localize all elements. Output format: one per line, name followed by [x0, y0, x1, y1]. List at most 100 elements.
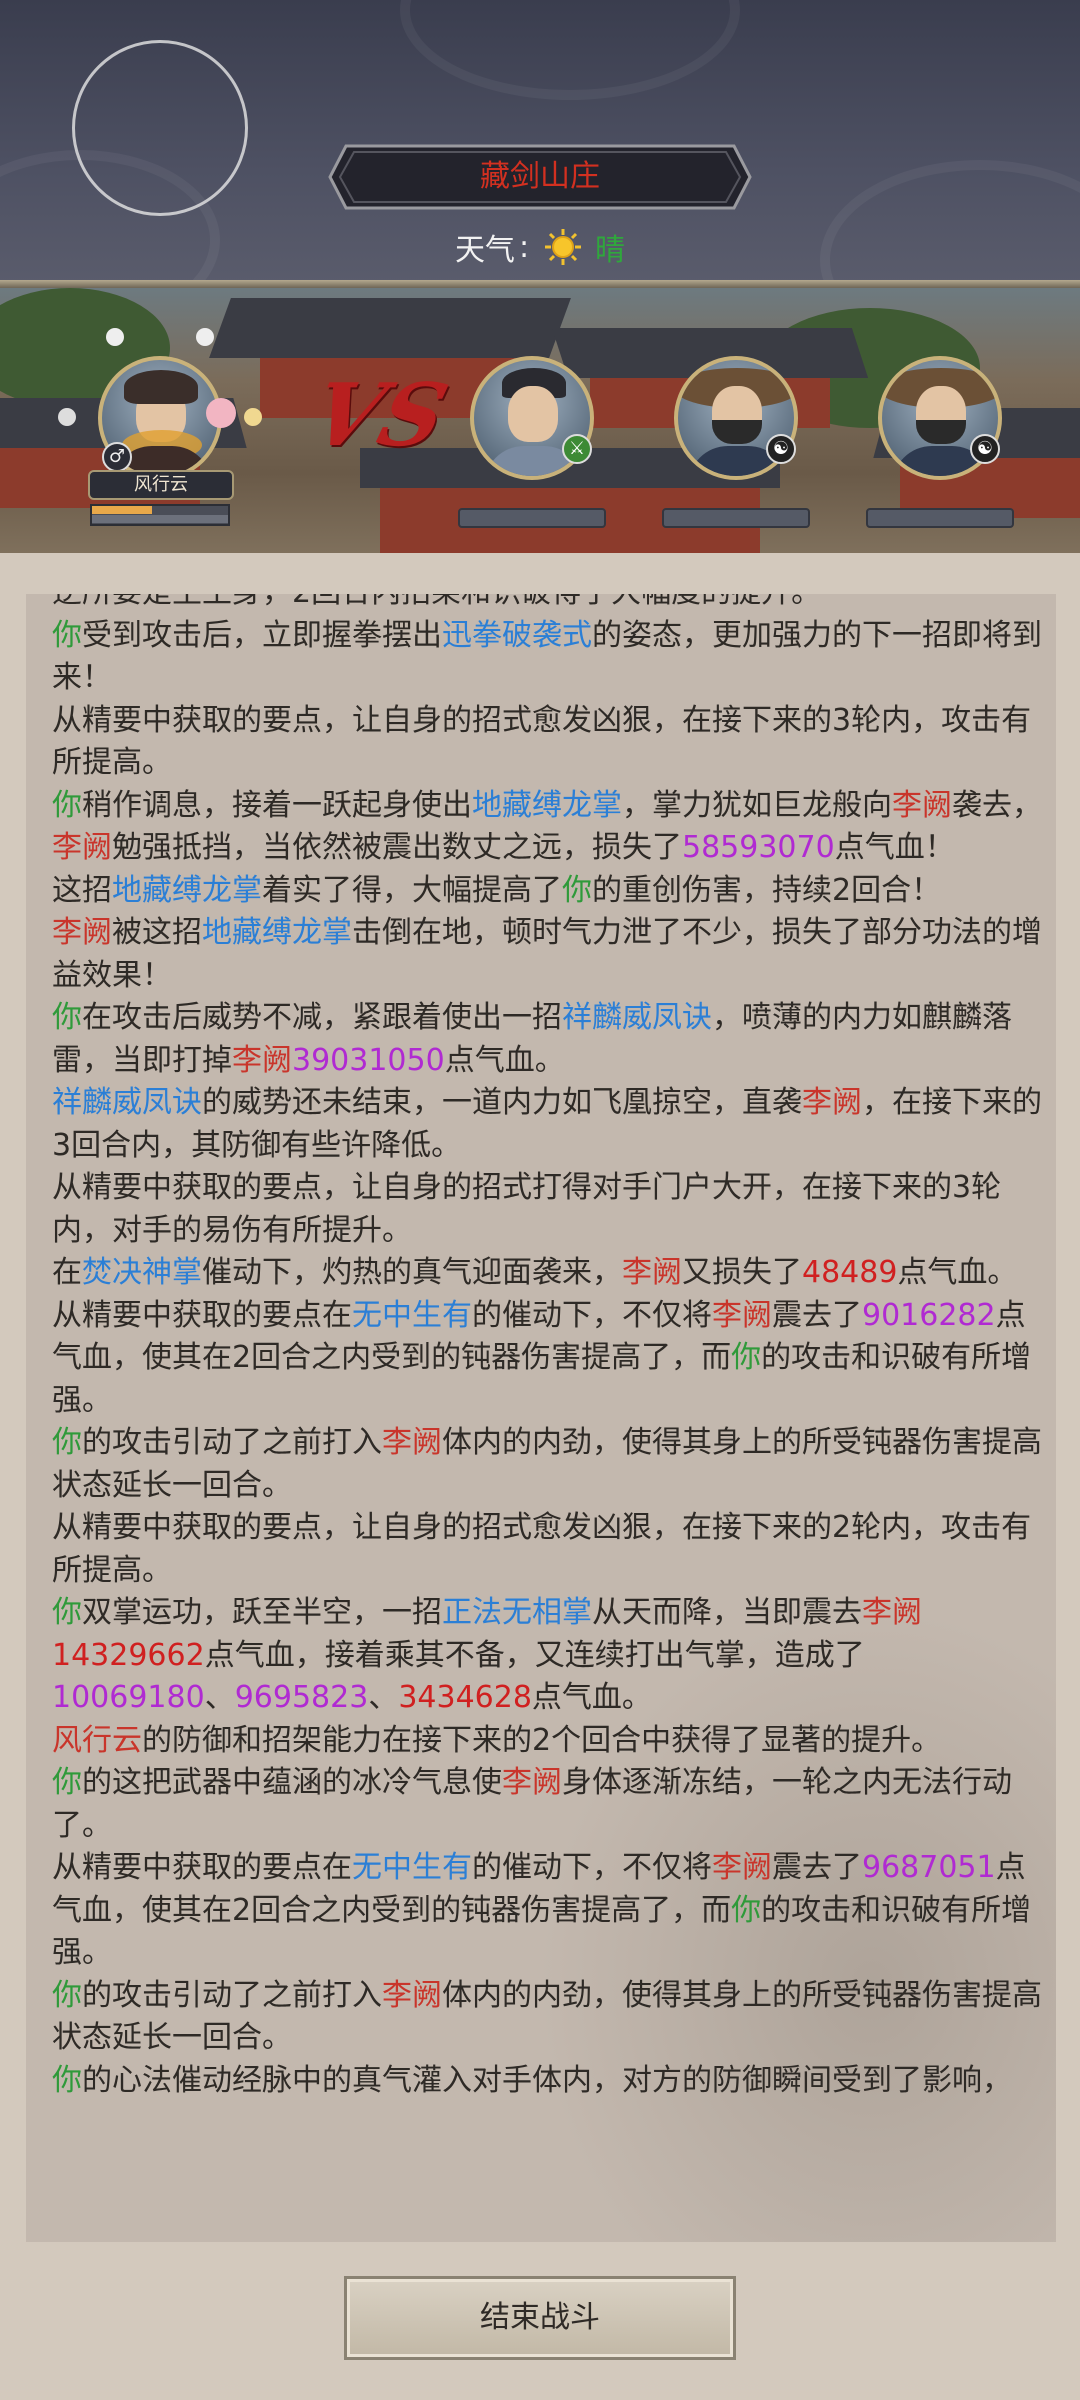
log-highlight: 李阙: [52, 915, 112, 950]
log-text: 稍作调息，接着一跃起身使出: [82, 787, 472, 823]
portrait-mask: [916, 420, 966, 444]
log-entry: 你的心法催动经脉中的真气灌入对手体内，对方的防御瞬间受到了影响，: [52, 2060, 1042, 2103]
log-entry: 你的攻击引动了之前打入李阙体内的内劲，使得其身上的所受钝器伤害提高状态延长一回合…: [52, 1422, 1042, 1507]
log-highlight: 李阙: [712, 1297, 772, 1333]
log-entry: 你双掌运功，跃至半空，一招正法无相掌从天而降，当即震去李阙14329662点气血…: [52, 1592, 1042, 1720]
log-text: 的重创伤害，持续2回合！: [592, 872, 942, 908]
log-highlight: 你: [52, 617, 82, 653]
log-text: 的这把武器中蕴涵的冰冷气息使: [82, 1765, 502, 1800]
sword-badge-icon: ⚔: [562, 434, 592, 464]
log-highlight: 李阙: [622, 1255, 682, 1290]
log-text: 勉强抵挡，当依然被震出数丈之远，损失了: [112, 830, 682, 865]
portrait-face: [508, 386, 558, 442]
log-text: 的防御和招架能力在接下来的2个回合中获得了显著的提升。: [142, 1722, 942, 1758]
log-text: 着实了得，大幅提高了: [262, 872, 562, 908]
log-highlight: 李阙: [382, 1977, 442, 2013]
log-highlight: 祥麟威凤诀: [562, 1000, 712, 1035]
log-entry: 你受到攻击后，立即握拳摆出迅拳破袭式的姿态，更加强力的下一招即将到来！: [52, 615, 1042, 700]
log-text: 的催动下，不仅将: [472, 1297, 712, 1333]
log-text: 点气血，接着乘其不备，又连续打出气掌，造成了: [204, 1637, 865, 1673]
vs-emblem-icon: VS: [301, 365, 458, 466]
log-entry: 风行云的防御和招架能力在接下来的2个回合中获得了显著的提升。: [52, 1720, 1042, 1763]
log-text: 从精要中获取的要点在: [52, 1297, 352, 1333]
log-entry: 在焚决神掌催动下，灼热的真气迎面袭来，李阙又损失了48489点气血。: [52, 1252, 1042, 1295]
log-highlight: 10069180: [52, 1680, 205, 1715]
log-text: 从精要中获取的要点，让自身的招式愈发凶狠，在接下来的3轮内，攻击有所提高。: [52, 702, 1032, 781]
portrait-hair: [124, 370, 198, 404]
location-title-plate: 藏剑山庄: [328, 144, 752, 210]
log-highlight: 李阙: [892, 787, 952, 823]
player-name: 风行云: [88, 470, 234, 500]
log-text: 这招: [52, 872, 112, 908]
log-highlight: 李阙: [52, 830, 112, 865]
log-highlight: 李阙: [232, 1042, 292, 1078]
weather-colon: :: [518, 229, 530, 265]
sun-icon: [545, 229, 582, 265]
log-highlight: 你: [52, 1425, 82, 1460]
log-highlight: 你: [52, 1765, 82, 1800]
log-highlight: 焚决神掌: [82, 1255, 202, 1290]
log-entry: 从精要中获取的要点在无中生有的催动下，不仅将李阙震去了9687051点气血，使其…: [52, 1847, 1042, 1975]
cloud-decoration: [400, 0, 740, 100]
log-highlight: 祥麟威凤诀: [52, 1085, 202, 1120]
log-entry: 你在攻击后威势不减，紧跟着使出一招祥麟威凤诀，喷薄的内力如麒麟落雷，当即打掉李阙…: [52, 997, 1042, 1082]
log-highlight: 你: [731, 1340, 762, 1375]
portrait-mask: [712, 420, 762, 444]
log-entry: 这招地藏缚龙掌着实了得，大幅提高了你的重创伤害，持续2回合！: [52, 870, 1042, 913]
log-highlight: 你: [52, 1000, 82, 1035]
log-highlight: 地藏缚龙掌: [112, 872, 262, 908]
log-highlight: 3434628: [398, 1680, 532, 1715]
log-text: 的催动下，不仅将: [472, 1850, 712, 1885]
player-mp-fill: [92, 515, 228, 523]
log-text: 在: [52, 1255, 82, 1290]
log-highlight: 无中生有: [352, 1297, 472, 1333]
log-entry: 你的这把武器中蕴涵的冰冷气息使李阙身体逐渐冻结，一轮之内无法行动了。: [52, 1762, 1042, 1847]
log-highlight: 李阙: [382, 1425, 442, 1460]
log-text: 的威势还未结束，一道内力如飞凰掠空，直袭: [202, 1085, 802, 1120]
weather-value: 晴: [595, 233, 626, 268]
log-text: 点气血！: [834, 830, 955, 865]
log-text: 、: [204, 1680, 235, 1715]
log-highlight: 李阙: [712, 1850, 772, 1885]
combat-log-panel[interactable]: 逆所要是主土身，2回合内招架和识破得了大幅度的提升。你受到攻击后，立即握拳摆出迅…: [26, 594, 1056, 2242]
scenery-roof: [209, 298, 571, 358]
player-hp-fill: [92, 506, 152, 514]
lotus-ornament: [206, 398, 236, 428]
end-battle-button[interactable]: 结束战斗: [344, 2276, 736, 2360]
weather-label: 天气: [454, 233, 515, 268]
log-text: 双掌运功，跃至半空，一招: [82, 1595, 442, 1630]
log-text: 受到攻击后，立即握拳摆出: [82, 617, 442, 653]
log-highlight: 李阙: [862, 1595, 922, 1630]
log-highlight: 你: [562, 872, 592, 908]
enemy-hp-bar-1: [458, 508, 606, 528]
log-text: 的心法催动经脉中的真气灌入对手体内，对方的防御瞬间受到了影响，: [82, 2062, 1012, 2098]
log-text: 的攻击引动了之前打入: [82, 1425, 382, 1460]
log-text: 点气血。: [531, 1680, 652, 1715]
player-ring-ornament: [58, 408, 76, 426]
log-text: 从精要中获取的要点，让自身的招式愈发凶狠，在接下来的2轮内，攻击有所提高。: [52, 1510, 1032, 1588]
log-highlight: 9687051: [862, 1850, 996, 1885]
log-text: 从精要中获取的要点，让自身的招式打得对手门户大开，在接下来的3轮内，对手的易伤有…: [52, 1170, 1002, 1248]
yin-yang-badge-icon: ☯: [766, 434, 796, 464]
log-highlight: 无中生有: [352, 1850, 472, 1885]
player-ring-ornament: [196, 328, 214, 346]
log-highlight: 9695823: [234, 1680, 369, 1715]
log-text: ，掌力犹如巨龙般向: [622, 787, 892, 823]
log-entry: 从精要中获取的要点，让自身的招式打得对手门户大开，在接下来的3轮内，对手的易伤有…: [52, 1167, 1042, 1252]
log-highlight: 你: [52, 787, 82, 823]
log-text: 袭去，: [952, 787, 1042, 823]
enemy-hp-bar-2: [662, 508, 810, 528]
log-text: 的攻击引动了之前打入: [82, 1977, 382, 2013]
log-highlight: 你: [52, 1977, 82, 2013]
log-text: 点气血。: [444, 1042, 565, 1078]
log-text: 催动下，灼热的真气迎面袭来，: [202, 1255, 622, 1290]
log-highlight: 迅拳破袭式: [442, 617, 592, 653]
player-ring-ornament: [106, 328, 124, 346]
log-text: 在攻击后威势不减，紧跟着使出一招: [82, 1000, 562, 1035]
log-text: 被这招: [112, 915, 202, 950]
log-text: 从精要中获取的要点在: [52, 1850, 352, 1885]
log-highlight: 你: [731, 1892, 762, 1928]
log-text: 又损失了: [682, 1255, 802, 1290]
log-highlight: 李阙: [502, 1765, 562, 1800]
log-entry: 从精要中获取的要点，让自身的招式愈发凶狠，在接下来的2轮内，攻击有所提高。: [52, 1507, 1042, 1592]
